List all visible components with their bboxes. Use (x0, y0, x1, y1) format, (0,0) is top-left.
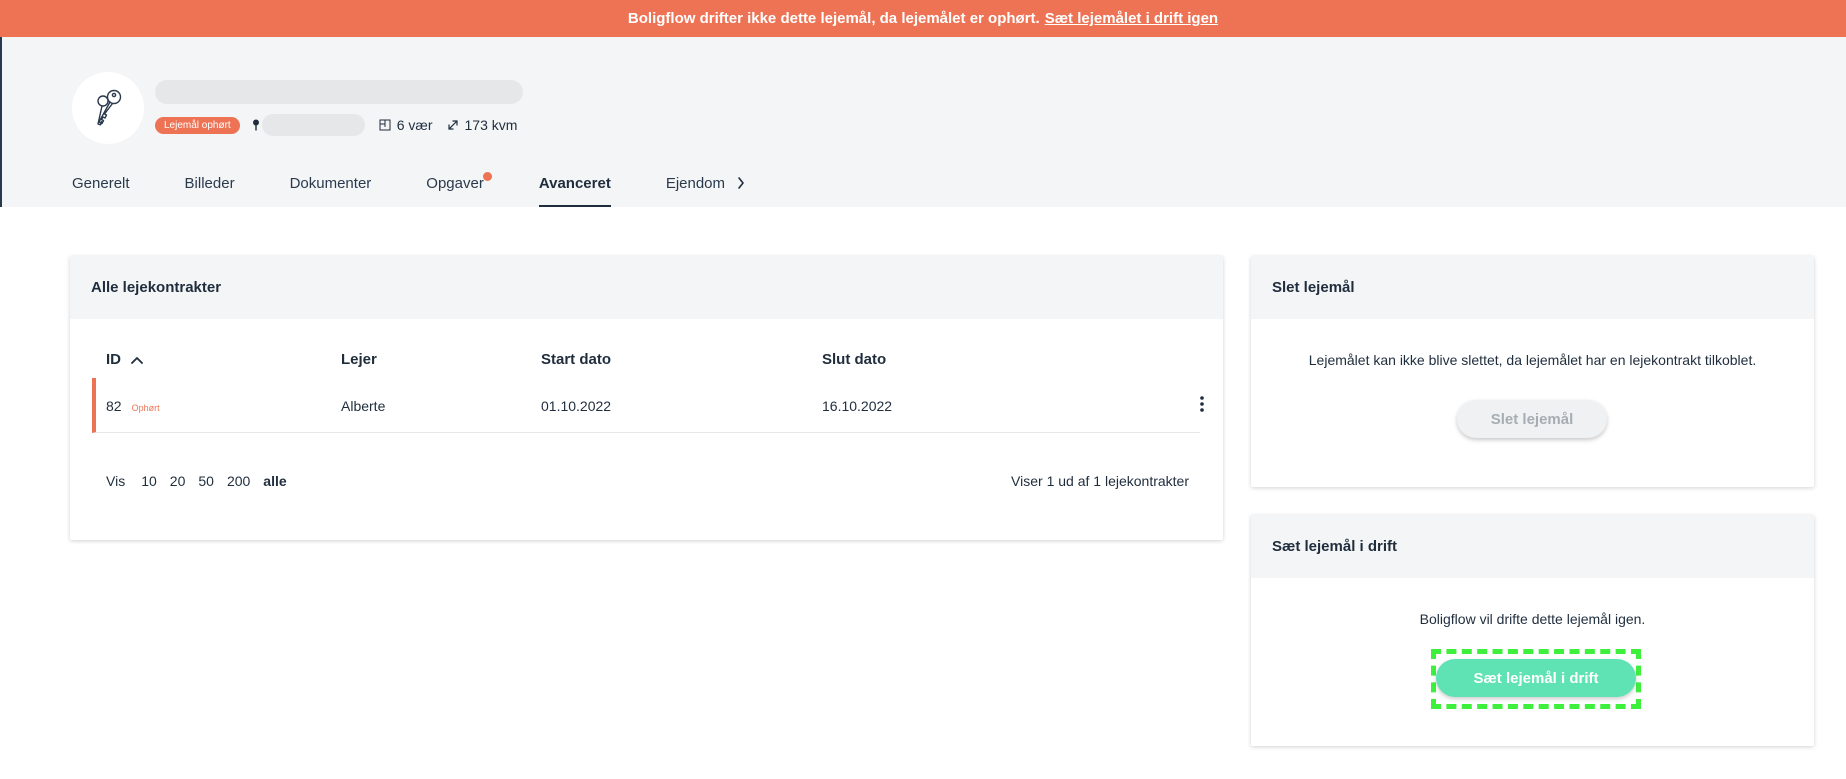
page-size-10[interactable]: 10 (141, 473, 157, 489)
notification-dot (482, 172, 492, 181)
reactivate-link[interactable]: Sæt lejemålet i drift igen (1045, 10, 1218, 27)
delete-info-text: Lejemålet kan ikke blive slettet, da lej… (1308, 352, 1757, 368)
page-size-200[interactable]: 200 (227, 473, 250, 489)
status-badge: Lejemål ophørt (155, 116, 240, 134)
reactivate-card: Sæt lejemål i drift Boligflow vil drifte… (1251, 515, 1814, 746)
chevron-right-icon (738, 177, 744, 189)
contracts-card: Alle lejekontrakter ID Lejer Start dato … (70, 256, 1223, 540)
tab-avanceret[interactable]: Avanceret (538, 175, 611, 207)
reactivate-info-text: Boligflow vil drifte dette lejemål igen. (1419, 611, 1646, 627)
area-info: 173 kvm (447, 117, 517, 133)
contracts-card-title: Alle lejekontrakter (70, 256, 1223, 319)
contract-start-date: 01.10.2022 (541, 398, 612, 414)
contract-end-date: 16.10.2022 (822, 398, 893, 414)
result-count: Viser 1 ud af 1 lejekontrakter (1011, 473, 1189, 489)
expand-icon (447, 120, 458, 130)
reactivate-card-title: Sæt lejemål i drift (1251, 515, 1814, 578)
tab-billeder[interactable]: Billeder (185, 175, 235, 207)
delete-button[interactable]: Slet lejemål (1457, 400, 1607, 438)
page-size-selector: Vis 10 20 50 200 alle (106, 473, 287, 489)
banner-message: Boligflow drifter ikke dette lejemål, da… (627, 10, 1040, 27)
map-pin-icon (252, 119, 260, 131)
floorplan-icon (379, 119, 391, 131)
delete-card-title: Slet lejemål (1251, 256, 1814, 319)
column-header-start[interactable]: Start dato (541, 351, 611, 368)
keys-icon (97, 89, 122, 126)
tab-bar: Generelt Billeder Dokumenter Opgaver Ava… (72, 172, 800, 207)
reactivate-button[interactable]: Sæt lejemål i drift (1436, 659, 1636, 697)
page-size-all[interactable]: alle (263, 473, 286, 489)
contract-tenant: Alberte (341, 398, 386, 414)
contract-id: 82 Ophørt (106, 398, 160, 414)
avatar (72, 72, 144, 144)
more-options-icon[interactable] (1199, 395, 1205, 413)
tab-ejendom[interactable]: Ejendom (666, 175, 745, 207)
tab-opgaver[interactable]: Opgaver (426, 172, 492, 207)
tab-generelt[interactable]: Generelt (72, 175, 130, 207)
property-header: Lejemål ophørt 6 vær 173 kvm Generelt Bi… (0, 37, 1846, 207)
page-size-20[interactable]: 20 (170, 473, 186, 489)
column-header-lejer[interactable]: Lejer (341, 351, 377, 368)
address-placeholder (261, 114, 365, 136)
sort-ascending-icon (131, 356, 143, 364)
page-size-50[interactable]: 50 (198, 473, 214, 489)
table-row[interactable]: 82 Ophørt Alberte 01.10.2022 16.10.2022 (92, 378, 1204, 433)
property-meta: Lejemål ophørt 6 vær 173 kvm (155, 113, 517, 137)
delete-card: Slet lejemål Lejemålet kan ikke blive sl… (1251, 256, 1814, 487)
column-header-slut[interactable]: Slut dato (822, 351, 886, 368)
rooms-info: 6 vær (379, 117, 433, 133)
column-header-id[interactable]: ID (106, 351, 143, 368)
property-title-placeholder (155, 80, 523, 104)
tab-dokumenter[interactable]: Dokumenter (290, 175, 372, 207)
status-banner: Boligflow drifter ikke dette lejemål, da… (0, 0, 1846, 37)
contract-status-tag: Ophørt (131, 403, 160, 413)
